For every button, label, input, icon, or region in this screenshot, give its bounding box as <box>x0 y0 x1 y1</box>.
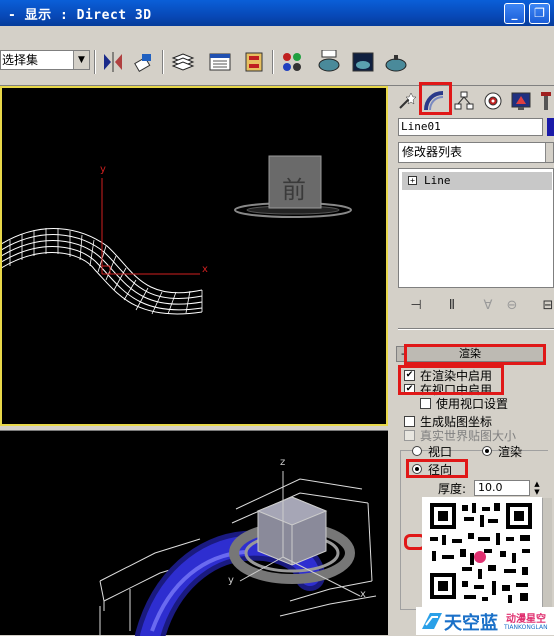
align-icon[interactable] <box>131 50 157 74</box>
axis-y-label: y <box>100 164 106 175</box>
axis-x-label: x <box>202 264 208 275</box>
renderer-radio[interactable] <box>482 446 492 456</box>
toolbar-separator <box>94 50 96 74</box>
persp-axis-x-label: x <box>360 589 366 600</box>
viewport-top[interactable]: y x 前 <box>0 86 388 426</box>
object-color-swatch[interactable] <box>547 118 554 136</box>
modifier-list-value: 修改器列表 <box>402 145 463 159</box>
chevron-down-icon[interactable]: ▼ <box>73 51 89 69</box>
panel-separator <box>398 328 554 330</box>
real-world-map-size-label: 真实世界贴图大小 <box>420 429 517 443</box>
motion-tab[interactable] <box>481 88 505 114</box>
quick-render-icon[interactable] <box>383 50 409 74</box>
pin-stack-icon[interactable]: ⊣ <box>406 296 426 316</box>
perspective-viewport-canvas <box>99 471 377 636</box>
brand-subtitle: TIANKONGLAN <box>504 624 548 631</box>
show-end-result-icon[interactable]: Ⅱ <box>442 296 462 316</box>
named-selection-set-dropdown[interactable]: 选择集 ▼ <box>0 50 90 70</box>
remove-modifier-icon[interactable]: ⊖ <box>502 296 522 316</box>
configure-sets-icon[interactable]: ⊟ <box>538 296 554 316</box>
chevron-down-icon[interactable] <box>545 143 553 162</box>
persp-axis-z-label: z <box>280 457 286 468</box>
expand-icon[interactable]: + <box>408 176 417 185</box>
thickness-spinner[interactable]: ▲ ▼ <box>532 480 542 496</box>
viewport-radio[interactable] <box>412 446 422 456</box>
brand-logo-watermark: 天空蓝 动漫星空 TIANKONGLAN <box>416 607 554 635</box>
use-viewport-settings-checkbox[interactable] <box>420 398 431 409</box>
top-viewport-canvas <box>2 155 352 315</box>
modifier-stack: + Line <box>398 168 554 288</box>
enable-checkboxes-highlight <box>398 365 504 395</box>
material-editor-icon[interactable] <box>279 50 305 74</box>
render-frame-icon[interactable] <box>350 50 376 74</box>
stack-item-line[interactable]: + Line <box>402 172 552 190</box>
title-bar: - 显示 : Direct 3D _ ❐ <box>0 0 554 26</box>
brand-tagline: 动漫星空 <box>506 614 546 625</box>
box-face-label: 前 <box>282 176 306 204</box>
viewport-perspective[interactable]: z x y <box>0 430 388 636</box>
schematic-view-icon[interactable] <box>241 50 267 74</box>
object-name-field[interactable]: Line01 <box>398 118 543 136</box>
thickness-input[interactable]: 10.0 <box>474 480 530 496</box>
toolbar-separator <box>272 50 274 74</box>
modify-tab-highlight <box>419 82 452 115</box>
brand-logo-icon <box>422 613 442 629</box>
toolbar-separator <box>162 50 164 74</box>
make-unique-icon[interactable]: ∀ <box>478 296 498 316</box>
selection-set-value: 选择集 <box>2 53 39 67</box>
real-world-map-size-checkbox[interactable] <box>404 430 415 441</box>
renderer-radio-label: 渲染 <box>498 445 523 459</box>
minimize-button[interactable]: _ <box>504 3 525 24</box>
mirror-icon[interactable] <box>100 50 126 74</box>
persp-axis-y-label: y <box>228 575 234 586</box>
display-tab[interactable] <box>509 88 533 114</box>
stack-item-label: Line <box>424 174 451 187</box>
thickness-label: 厚度: <box>438 482 467 496</box>
panel-scrollbar[interactable] <box>542 498 552 608</box>
window-title: - 显示 : Direct 3D <box>8 8 152 23</box>
radial-highlight <box>406 459 468 478</box>
rollout-header-highlight <box>404 344 546 365</box>
hierarchy-tab[interactable] <box>452 88 476 114</box>
brand-name: 天空蓝 <box>444 613 498 634</box>
viewport-radio-label: 视口 <box>428 445 453 459</box>
track-view-icon[interactable] <box>207 50 233 74</box>
restore-button[interactable]: ❐ <box>529 3 550 24</box>
stack-toolbar: ⊣ Ⅱ ∀ ⊖ ⊟ <box>398 292 554 320</box>
create-tab[interactable] <box>394 88 418 114</box>
qr-code-watermark <box>422 497 542 607</box>
layer-manager-icon[interactable] <box>170 50 196 74</box>
use-viewport-settings-label: 使用视口设置 <box>436 397 509 411</box>
render-setup-icon[interactable] <box>316 50 342 74</box>
modifier-list-dropdown[interactable]: 修改器列表 <box>398 142 554 163</box>
generate-mapping-checkbox[interactable] <box>404 416 415 427</box>
utilities-tab[interactable] <box>537 88 554 114</box>
